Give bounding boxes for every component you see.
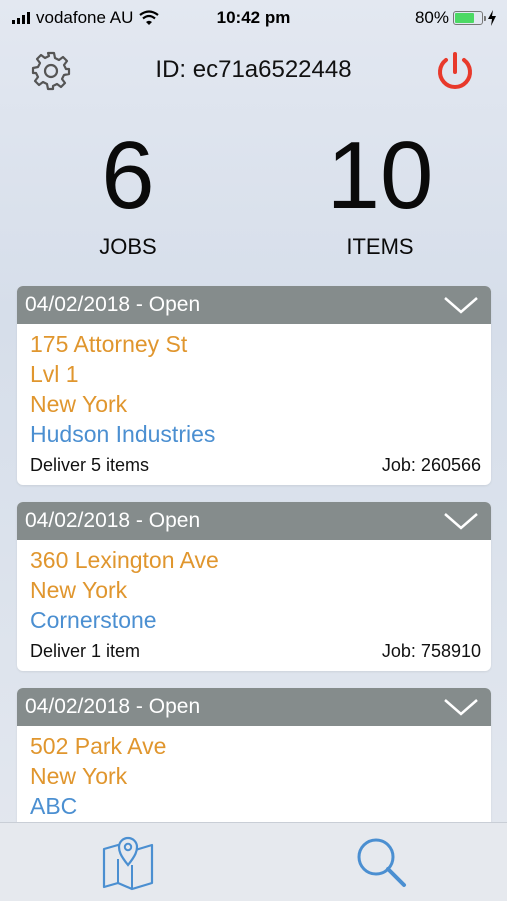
job-date-status: 04/02/2018 - Open: [25, 695, 201, 718]
job-card-body: 175 Attorney St Lvl 1 New York Hudson In…: [17, 324, 491, 485]
tab-bar: [0, 822, 507, 901]
job-date-status: 04/02/2018 - Open: [25, 509, 201, 532]
address-line: New York: [30, 391, 128, 417]
job-card[interactable]: 04/02/2018 - Open 360 Lexington Ave New …: [17, 502, 491, 671]
jobs-count: 6: [101, 122, 155, 229]
job-date-status: 04/02/2018 - Open: [25, 293, 201, 316]
job-footer: Deliver 1 item Job: 758910: [30, 637, 481, 671]
items-count: 10: [326, 122, 434, 229]
address-line: New York: [30, 577, 128, 603]
address-line: 502 Park Ave: [30, 733, 167, 759]
battery-percent: 80%: [414, 8, 449, 27]
address-line: Lvl 1: [30, 361, 79, 387]
company-name: Cornerstone: [30, 607, 157, 633]
battery-group: 80%: [415, 8, 497, 28]
job-card-header[interactable]: 04/02/2018 - Open: [17, 286, 491, 324]
chevron-down-icon[interactable]: [443, 512, 479, 530]
app-header: ID: ec71a6522448: [0, 36, 507, 108]
job-number: Job: 260566: [381, 455, 481, 475]
items-label: ITEMS: [346, 234, 414, 259]
company-name: Hudson Industries: [30, 421, 216, 447]
address-line: 360 Lexington Ave: [30, 547, 219, 573]
device-id-title: ID: ec71a6522448: [155, 56, 352, 83]
job-card[interactable]: 04/02/2018 - Open 502 Park Ave New York …: [17, 688, 491, 822]
job-number: Job: 758910: [381, 641, 481, 661]
address-line: 175 Attorney St: [30, 331, 188, 357]
job-card-body: 502 Park Ave New York ABC: [17, 726, 491, 821]
address-line: New York: [30, 763, 128, 789]
job-card[interactable]: 04/02/2018 - Open 175 Attorney St Lvl 1 …: [17, 286, 491, 485]
items-stat: 10 ITEMS: [280, 126, 480, 260]
summary-panel: 6 JOBS 10 ITEMS: [0, 112, 507, 270]
job-card-header[interactable]: 04/02/2018 - Open: [17, 502, 491, 540]
jobs-label: JOBS: [99, 234, 157, 259]
job-card-body: 360 Lexington Ave New York Cornerstone D…: [17, 540, 491, 671]
company-name: ABC: [30, 793, 78, 819]
job-card-header[interactable]: 04/02/2018 - Open: [17, 688, 491, 726]
job-footer: Deliver 5 items Job: 260566: [30, 451, 481, 485]
battery-icon: [453, 11, 486, 25]
charging-icon: [488, 10, 496, 26]
chevron-down-icon[interactable]: [443, 296, 479, 314]
delivery-count: Deliver 1 item: [30, 641, 141, 661]
chevron-down-icon[interactable]: [443, 698, 479, 716]
jobs-stat: 6 JOBS: [28, 126, 228, 260]
delivery-count: Deliver 5 items: [30, 455, 150, 475]
map-icon[interactable]: [98, 835, 158, 891]
job-list[interactable]: 04/02/2018 - Open 175 Attorney St Lvl 1 …: [0, 270, 507, 822]
search-icon[interactable]: [350, 835, 410, 891]
power-icon[interactable]: [432, 48, 478, 94]
status-bar: vodafone AU 10:42 pm 80%: [0, 0, 507, 36]
